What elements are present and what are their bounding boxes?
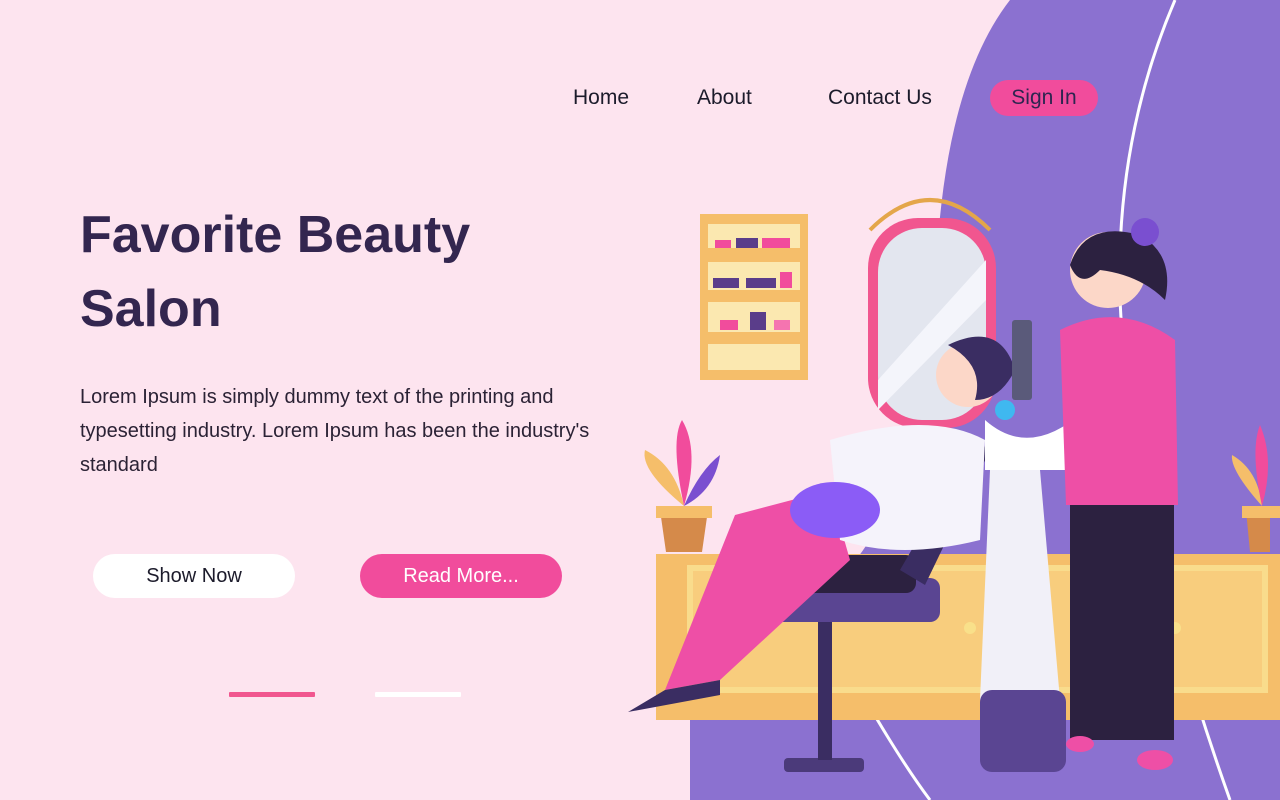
sign-in-button[interactable]: Sign In	[990, 80, 1098, 116]
hero-description: Lorem Ipsum is simply dummy text of the …	[80, 386, 590, 476]
nav-home-link[interactable]: Home	[573, 80, 629, 116]
shelf-icon	[700, 214, 808, 380]
carousel-indicator-1[interactable]	[229, 692, 315, 697]
read-more-button[interactable]: Read More...	[360, 554, 562, 598]
nav-about-link[interactable]: About	[697, 80, 752, 116]
salon-illustration	[628, 198, 1280, 772]
carousel-indicator-2[interactable]	[375, 692, 461, 697]
nav-contact-link[interactable]: Contact Us	[828, 80, 932, 116]
show-now-button[interactable]: Show Now	[93, 554, 295, 598]
hero-title: Favorite Beauty Salon	[80, 206, 471, 338]
